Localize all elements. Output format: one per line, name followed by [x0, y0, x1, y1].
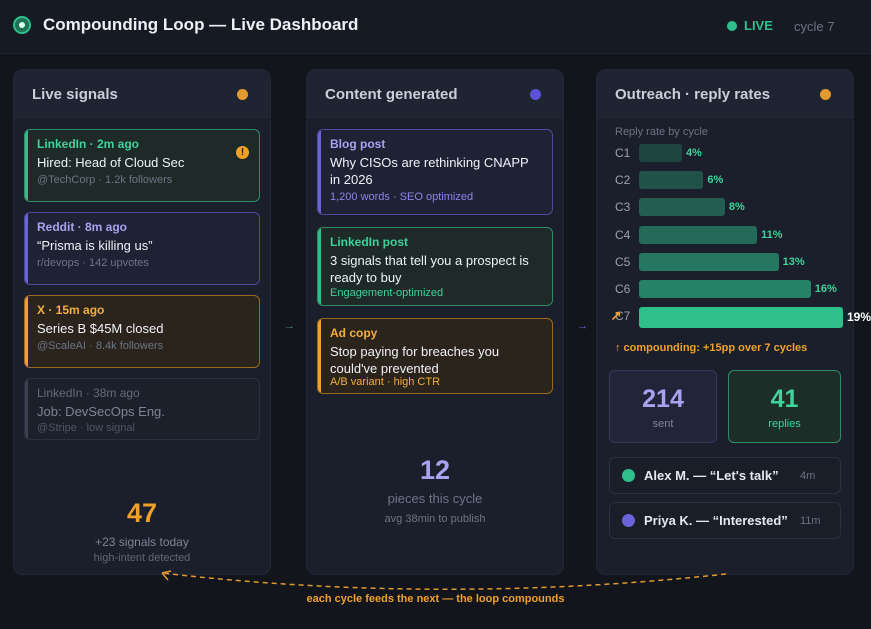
loop-connector — [161, 570, 727, 590]
loop-arrowhead-icon — [161, 570, 172, 581]
loop-arrow-line — [161, 572, 727, 590]
loop-caption: each cycle feeds the next — the loop com… — [306, 593, 565, 605]
